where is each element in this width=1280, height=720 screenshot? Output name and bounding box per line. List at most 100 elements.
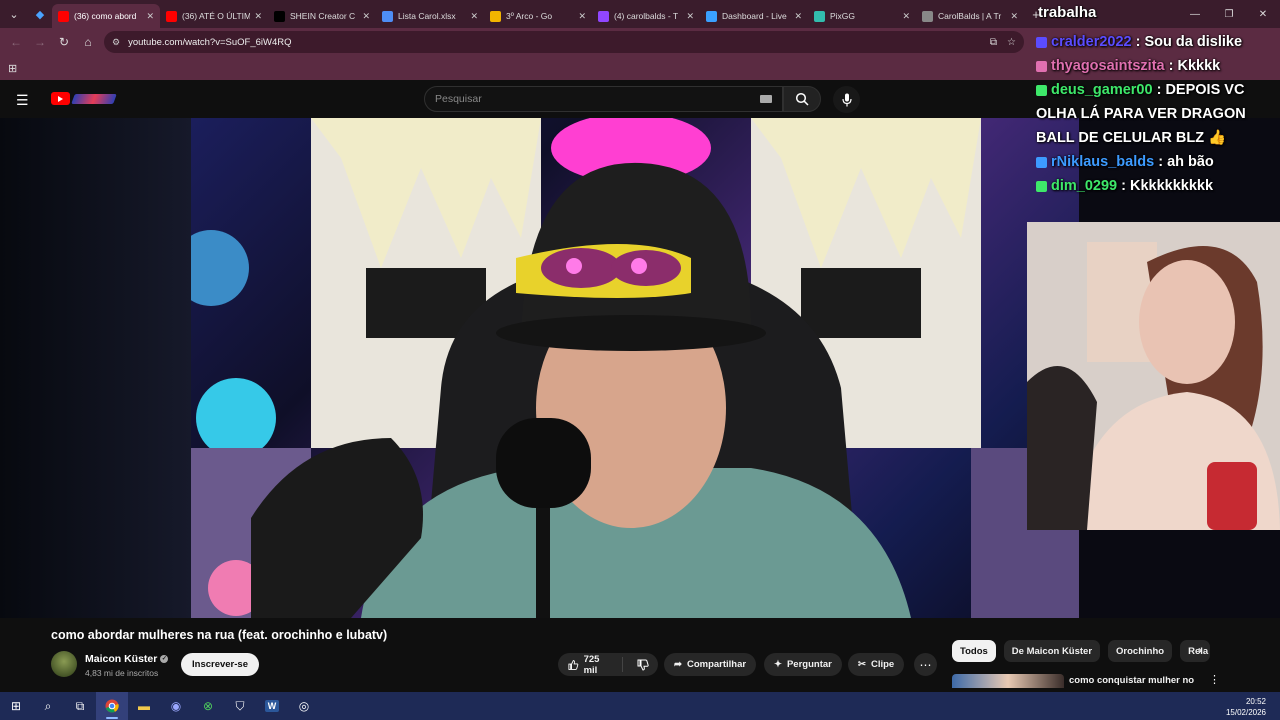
clock-time: 20:52: [1245, 697, 1266, 706]
microphone-icon: [841, 93, 852, 106]
share-button[interactable]: ➦ Compartilhar: [664, 653, 757, 676]
chips-next-arrow-icon[interactable]: ›: [1198, 643, 1202, 657]
task-view-icon[interactable]: ⧉: [64, 692, 96, 720]
globe-icon: [922, 10, 933, 22]
chat-username: rNiklaus_balds: [1051, 154, 1155, 170]
word-icon[interactable]: W: [256, 692, 288, 720]
chat-username: cralder2022: [1051, 34, 1132, 50]
like-button[interactable]: 725 mil: [558, 654, 623, 676]
back-arrow-icon[interactable]: ←: [4, 28, 28, 56]
dislike-button[interactable]: [628, 659, 658, 671]
chat-message: cralder2022 : Sou da dislike: [1036, 30, 1256, 54]
voice-search-button[interactable]: [833, 86, 860, 113]
filter-chip[interactable]: Todos: [952, 640, 996, 662]
keyboard-icon[interactable]: [760, 95, 772, 103]
apps-grid-icon[interactable]: ⊞: [8, 62, 17, 75]
recommended-video-title[interactable]: como conquistar mulher no whatsapp (feat…: [1069, 674, 1199, 688]
chat-separator: :: [1152, 82, 1166, 98]
tab-search-chevron-icon[interactable]: ⌄: [0, 0, 28, 28]
search-input[interactable]: [435, 93, 754, 105]
sheets-icon: [382, 10, 393, 22]
chat-badge-icon: [1036, 84, 1047, 96]
chat-badge-icon: [1036, 156, 1047, 168]
browser-tab[interactable]: (4) carolbalds - T ✕: [592, 4, 700, 28]
close-tab-icon[interactable]: ✕: [470, 11, 478, 22]
browser-tab[interactable]: SHEIN Creator C ✕: [268, 4, 376, 28]
overlay-text: trabalha: [1038, 4, 1097, 21]
defender-icon[interactable]: ⛉: [224, 692, 256, 720]
more-actions-icon[interactable]: ⋯: [914, 653, 937, 676]
browser-tab[interactable]: 3º Arco - Go ✕: [484, 4, 592, 28]
clip-button[interactable]: ✂ Clipe: [848, 653, 905, 676]
video-frame[interactable]: [191, 118, 1079, 618]
home-icon[interactable]: ⌂: [76, 28, 100, 56]
browser-tab[interactable]: Lista Carol.xlsx ✕: [376, 4, 484, 28]
restore-icon[interactable]: ❐: [1212, 0, 1246, 28]
youtube-doodle-logo[interactable]: [71, 94, 117, 104]
menu-hamburger-icon[interactable]: ☰: [16, 92, 29, 109]
reload-icon[interactable]: ↻: [52, 28, 76, 56]
share-label: Compartilhar: [686, 659, 747, 670]
file-explorer-icon[interactable]: ▬: [128, 692, 160, 720]
chrome-icon[interactable]: [96, 692, 128, 720]
pinned-tab-gem-icon[interactable]: ◆: [28, 0, 52, 28]
system-clock[interactable]: 20:52 15/02/2026: [1226, 696, 1266, 718]
recommended-video-thumbnail[interactable]: [952, 674, 1064, 688]
youtube-icon: [166, 10, 177, 22]
close-tab-icon[interactable]: ✕: [794, 11, 802, 22]
pix-icon: [814, 10, 825, 22]
chat-username: dim_0299: [1051, 178, 1118, 194]
channel-name-text[interactable]: Maicon Küster: [85, 653, 157, 665]
clock-date: 15/02/2026: [1225, 708, 1266, 717]
ask-button[interactable]: ✦ Perguntar: [764, 653, 842, 676]
install-app-icon[interactable]: ⧉: [990, 37, 997, 48]
scissors-icon: ✂: [858, 659, 866, 670]
forward-arrow-icon[interactable]: →: [28, 28, 52, 56]
tab-label: (4) carolbalds - T: [614, 11, 679, 21]
discord-icon[interactable]: ◉: [160, 692, 192, 720]
close-tab-icon[interactable]: ✕: [902, 11, 910, 22]
filter-chip[interactable]: Rela: [1180, 640, 1211, 662]
clip-label: Clipe: [870, 659, 895, 670]
drive-icon: [490, 10, 501, 22]
chat-separator: :: [1117, 178, 1130, 194]
close-tab-icon[interactable]: ✕: [362, 11, 370, 22]
chat-message: deus_gamer00 : DEPOIS VC OLHA LÁ PARA VE…: [1036, 78, 1256, 150]
filter-chip[interactable]: De Maicon Küster: [1003, 640, 1101, 662]
subscribe-button[interactable]: Inscrever-se: [181, 653, 259, 676]
tab-label: (36) ATÉ O ÚLTIM: [182, 11, 251, 21]
browser-tab[interactable]: (36) ATÉ O ÚLTIM ✕: [160, 4, 268, 28]
close-tab-icon[interactable]: ✕: [254, 11, 262, 22]
dashboard-icon: [706, 10, 717, 22]
close-tab-icon[interactable]: ✕: [1010, 11, 1018, 22]
streamer-webcam: [1027, 222, 1280, 530]
subscriber-count: 4,83 mi de inscritos: [85, 668, 159, 678]
recommended-more-icon[interactable]: ⋮: [1209, 673, 1220, 686]
taskbar-search-icon[interactable]: ⌕: [32, 692, 64, 720]
browser-tab[interactable]: (36) como abord ✕: [52, 4, 160, 28]
search-button[interactable]: [783, 86, 821, 112]
close-tab-icon[interactable]: ✕: [578, 11, 586, 22]
twitch-icon: [598, 10, 609, 22]
youtube-logo-icon[interactable]: [51, 92, 70, 105]
minimize-icon[interactable]: —: [1178, 0, 1212, 28]
stream-chat-overlay: cralder2022 : Sou da dislike thyagosaints…: [1036, 30, 1256, 198]
bookmark-star-icon[interactable]: ☆: [1007, 37, 1016, 48]
obs-icon[interactable]: ◎: [288, 692, 320, 720]
filter-chip[interactable]: Orochinho: [1108, 640, 1173, 662]
close-tab-icon[interactable]: ✕: [686, 11, 694, 22]
windows-start-icon[interactable]: ⊞: [0, 692, 32, 720]
address-bar[interactable]: ⚙ youtube.com/watch?v=SuOF_6iW4RQ ⧉ ☆: [104, 31, 1024, 53]
close-tab-icon[interactable]: ✕: [146, 11, 154, 22]
chat-text: Kkkkk: [1177, 58, 1221, 74]
channel-avatar[interactable]: [51, 651, 77, 677]
url-text[interactable]: youtube.com/watch?v=SuOF_6iW4RQ: [128, 37, 980, 48]
channel-name[interactable]: Maicon Küster ✓: [85, 653, 169, 665]
browser-tab[interactable]: PixGG ✕: [808, 4, 916, 28]
browser-tab[interactable]: CarolBalds | A Tr ✕: [916, 4, 1024, 28]
close-window-icon[interactable]: ✕: [1246, 0, 1280, 28]
chrome-logo: [105, 699, 119, 713]
xbox-icon[interactable]: ⊗: [192, 692, 224, 720]
browser-tab[interactable]: Dashboard - Live ✕: [700, 4, 808, 28]
site-info-icon[interactable]: ⚙: [112, 37, 120, 48]
